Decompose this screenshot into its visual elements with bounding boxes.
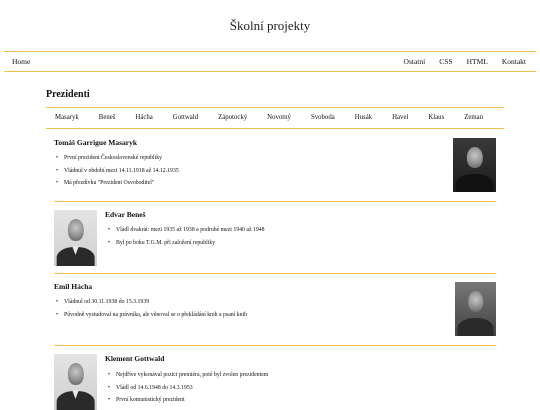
portrait-photo: [54, 210, 97, 266]
fact-item: První prezident Československé republiky: [56, 154, 179, 167]
fact-item: Vládl od 14.6.1948 do 14.3.1953: [108, 384, 268, 397]
president-name: Emil Hácha: [54, 282, 93, 291]
fact-item: První komunistický prezident: [108, 396, 268, 409]
nav-right-links: Ostatní CSS HTML Kontakt: [404, 57, 526, 66]
top-navigation: Home Ostatní CSS HTML Kontakt: [4, 51, 536, 72]
card-divider: [54, 345, 496, 346]
portrait-photo: [54, 354, 97, 410]
president-name: Edvar Beneš: [105, 210, 146, 219]
fact-item: Nejdříve vykonával pozici premiéra, poté…: [108, 371, 268, 384]
subnav-benes[interactable]: Beneš: [99, 114, 116, 121]
fact-item: Má přezdívku "Prezident Osvoboditel": [56, 179, 179, 192]
nav-css-link[interactable]: CSS: [439, 57, 452, 66]
subnav-hacha[interactable]: Hácha: [135, 114, 152, 121]
president-facts: Vládl dvakrát: mezi 1935 až 1938 a podru…: [108, 226, 265, 251]
president-facts: Nejdříve vykonával pozici premiéra, poté…: [108, 371, 268, 409]
subnav-zeman[interactable]: Zeman: [464, 114, 483, 121]
card-divider: [54, 201, 496, 202]
section-title: Prezidenti: [46, 89, 90, 100]
nav-ostatni-link[interactable]: Ostatní: [404, 57, 426, 66]
president-card-masaryk: Tomáš Garrigue Masaryk První prezident Č…: [46, 138, 496, 200]
subnav-husak[interactable]: Husák: [355, 114, 372, 121]
site-title: Školní projekty: [229, 18, 311, 33]
portrait-photo: [455, 282, 496, 336]
nav-home-link[interactable]: Home: [12, 57, 30, 66]
subnav-klaus[interactable]: Klaus: [428, 114, 444, 121]
subnav-novotny[interactable]: Novotný: [267, 114, 291, 121]
subnav-zapotocky[interactable]: Zápotocký: [218, 114, 247, 121]
fact-item: Vládnul v období mezi 14.11.1918 až 14.1…: [56, 167, 179, 180]
fact-item: Vládnul od 30.11.1938 do 15.3.1939: [56, 298, 247, 311]
fact-item: Vládl dvakrát: mezi 1935 až 1938 a podru…: [108, 226, 265, 239]
subnav-svoboda[interactable]: Svoboda: [311, 114, 335, 121]
subnav-havel[interactable]: Havel: [392, 114, 408, 121]
subnav-gottwald[interactable]: Gottwald: [173, 114, 198, 121]
subnav-masaryk[interactable]: Masaryk: [55, 114, 79, 121]
president-subnav: Masaryk Beneš Hácha Gottwald Zápotocký N…: [46, 107, 504, 129]
nav-kontakt-link[interactable]: Kontakt: [502, 57, 526, 66]
president-facts: Vládnul od 30.11.1938 do 15.3.1939 Původ…: [56, 298, 247, 323]
president-card-benes: Edvar Beneš Vládl dvakrát: mezi 1935 až …: [46, 208, 496, 266]
president-card-gottwald: Klement Gottwald Nejdříve vykonával pozi…: [46, 352, 496, 410]
president-name: Tomáš Garrigue Masaryk: [54, 138, 138, 147]
nav-html-link[interactable]: HTML: [467, 57, 488, 66]
card-divider: [54, 273, 496, 274]
president-name: Klement Gottwald: [105, 354, 165, 363]
portrait-photo: [453, 138, 496, 192]
fact-item: Byl po boku T.G.M. při založení republik…: [108, 239, 265, 252]
president-card-hacha: Emil Hácha Vládnul od 30.11.1938 do 15.3…: [46, 282, 496, 340]
fact-item: Původně vystudoval na právníka, ale věno…: [56, 311, 247, 324]
president-facts: První prezident Československé republiky…: [56, 154, 179, 192]
